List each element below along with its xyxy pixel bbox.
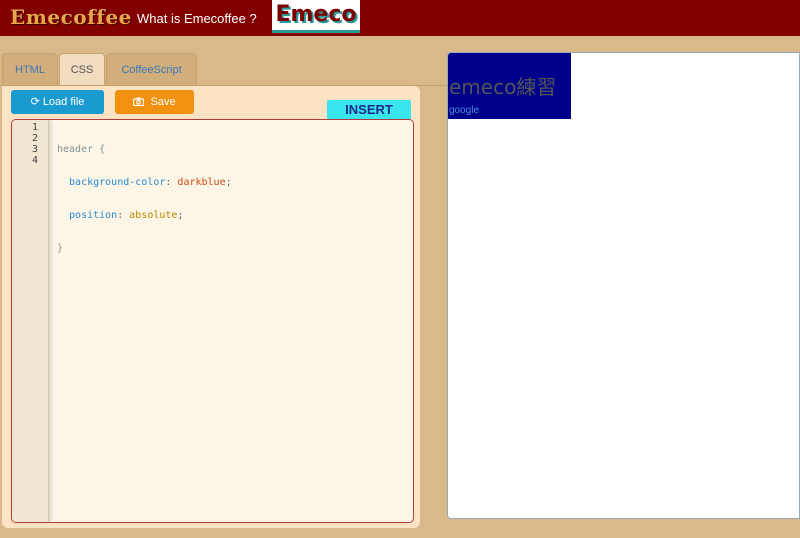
emeco-logo[interactable]: Emeco (272, 0, 360, 33)
insert-button[interactable]: INSERT (327, 100, 411, 120)
tab-html[interactable]: HTML (2, 53, 58, 85)
code-line: } (57, 243, 64, 254)
save-label: Save (150, 96, 176, 108)
load-file-button[interactable]: ⟳ Load file (11, 90, 104, 114)
css-code-editor[interactable]: 1 2 3 4 header { background-color: darkb… (11, 119, 414, 523)
brand-logo[interactable]: Emecoffee (10, 5, 132, 29)
camera-icon (133, 96, 147, 108)
preview-google-link[interactable]: google (449, 105, 479, 116)
line-number-gutter: 1 2 3 4 (12, 120, 49, 522)
code-line: background-color: darkblue; (57, 177, 232, 188)
line-number: 4 (31, 155, 38, 166)
refresh-icon: ⟳ (30, 96, 40, 108)
tab-css[interactable]: CSS (59, 53, 105, 87)
line-number: 1 (31, 122, 38, 133)
code-line: position: absolute; (57, 210, 184, 221)
code-content[interactable]: header { background-color: darkblue; pos… (57, 122, 232, 276)
tab-coffeescript[interactable]: CoffeeScript (106, 53, 197, 85)
line-number: 2 (31, 133, 38, 144)
top-navbar: Emecoffee What is Emecoffee ? Emeco (0, 0, 800, 36)
line-number: 3 (31, 144, 38, 155)
preview-title: emeco練習 (449, 75, 557, 99)
what-is-emecoffee-link[interactable]: What is Emecoffee ? (137, 11, 257, 26)
code-line: header { (57, 144, 106, 155)
editor-panel: ⟳ Load file Save INSERT 1 2 3 4 header { … (2, 86, 420, 528)
save-button[interactable]: Save (115, 90, 194, 114)
preview-pane: emeco練習 google (447, 52, 800, 519)
editor-tabs: HTML CSS CoffeeScript (0, 53, 420, 87)
load-file-label: Load file (42, 96, 85, 108)
